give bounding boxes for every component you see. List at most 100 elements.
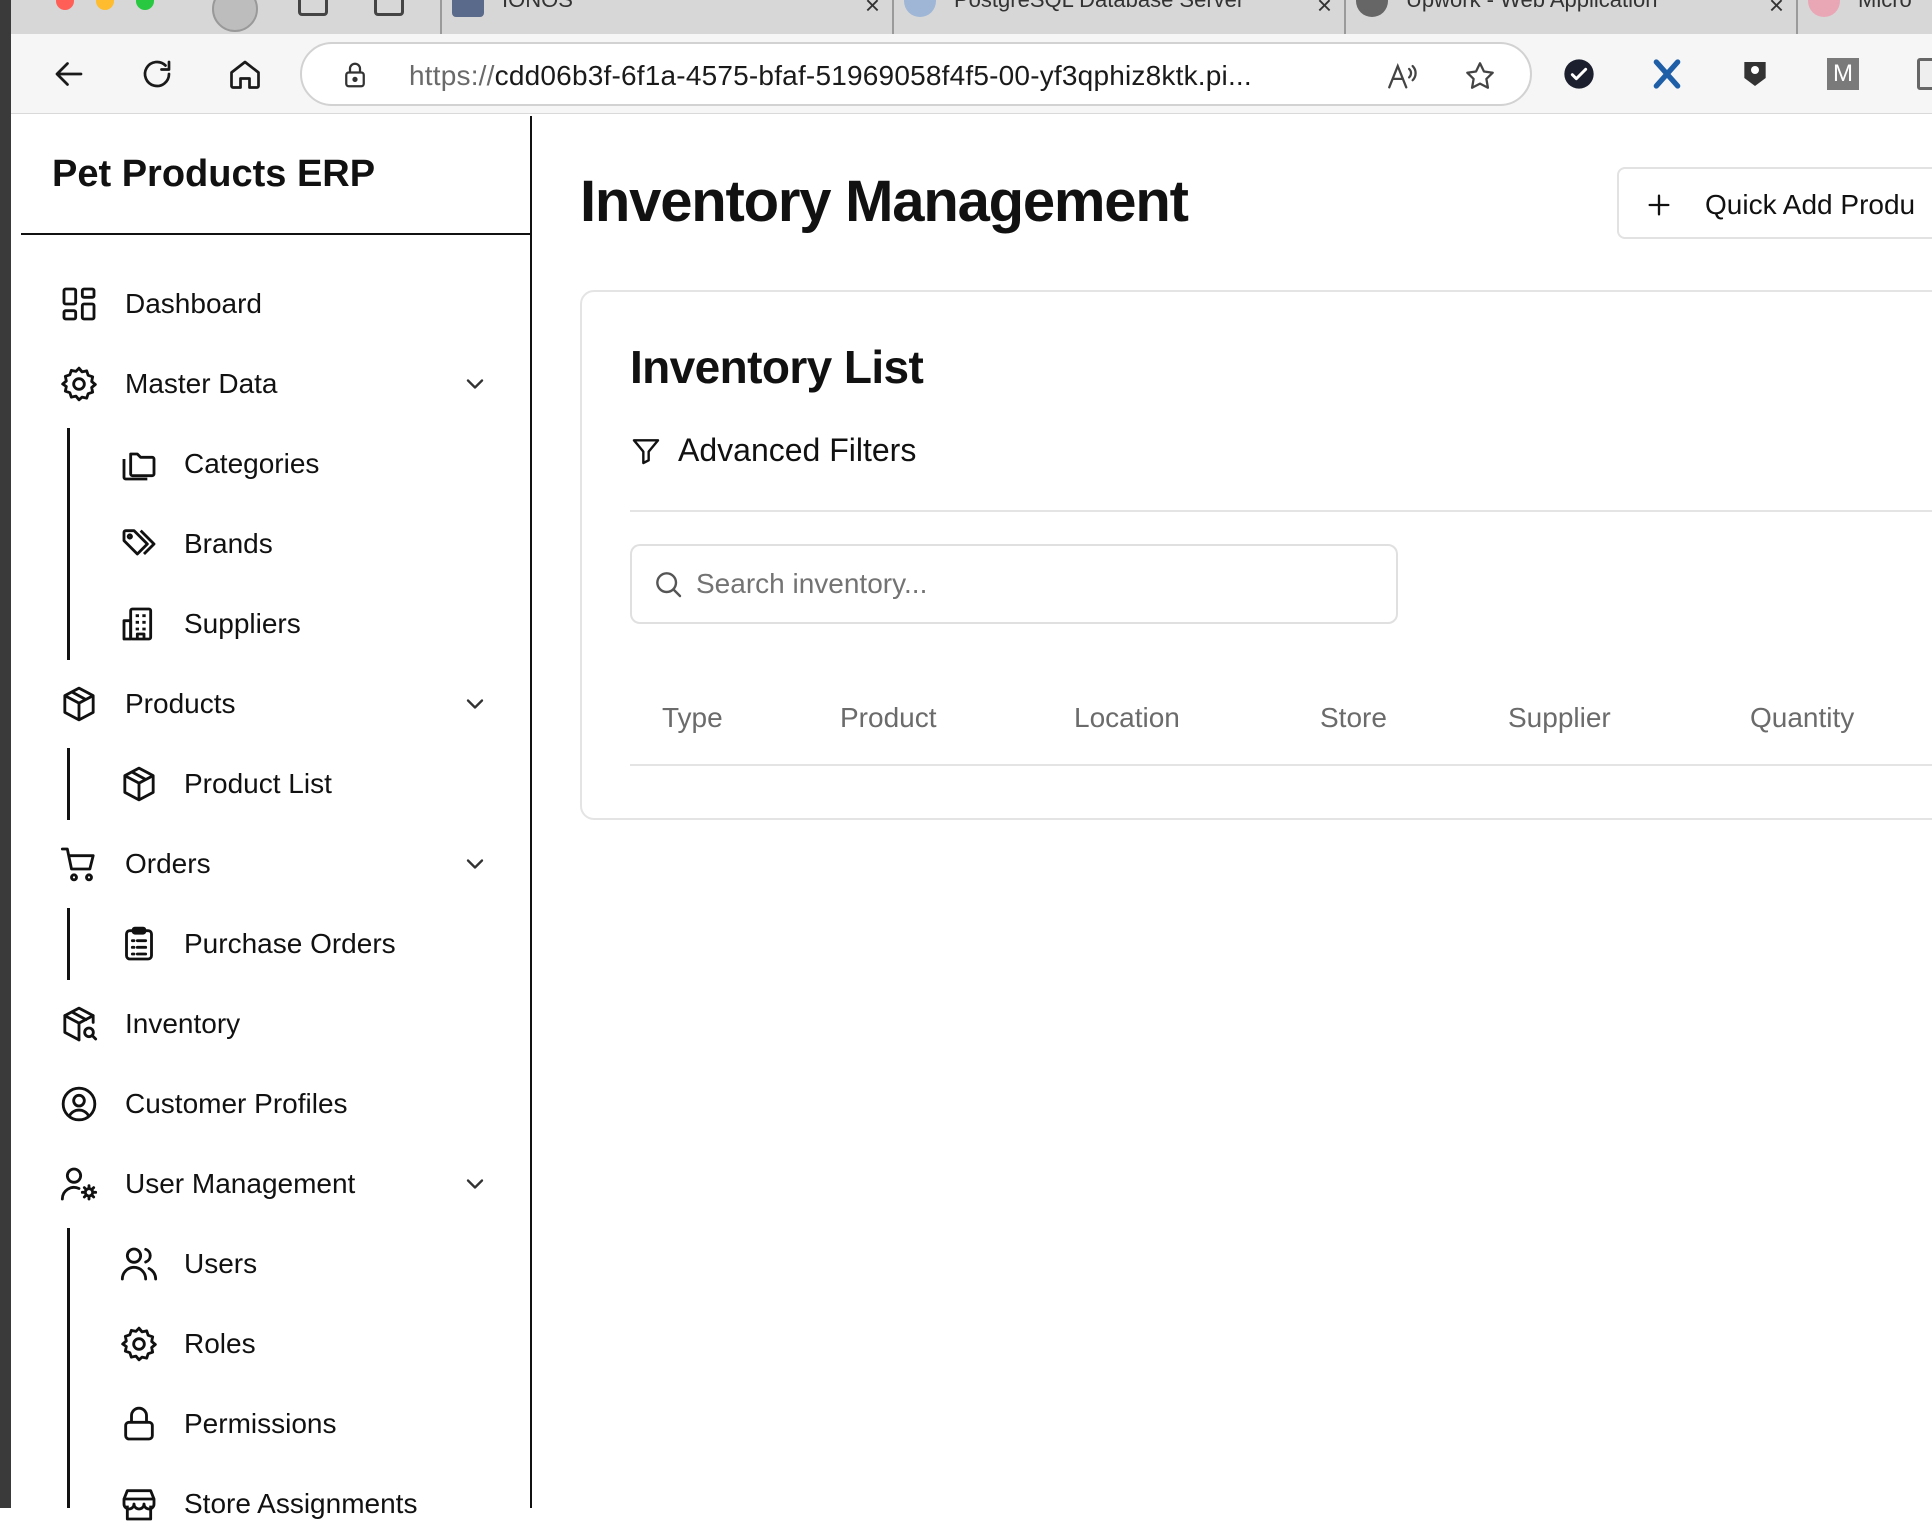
close-tab-icon[interactable]: × (1317, 0, 1332, 21)
column-header-supplier[interactable]: Supplier (1508, 702, 1611, 734)
sidebar-item-label: Roles (184, 1328, 256, 1359)
sidebar-item-product-list[interactable]: Product List (21, 754, 530, 814)
user-cog-icon (59, 1164, 99, 1204)
home-icon (230, 60, 260, 89)
sidebar-item-label: Brands (184, 528, 273, 559)
sidebar-item-master-data[interactable]: Master Data (21, 354, 530, 414)
close-window-button[interactable] (56, 0, 74, 10)
chevron-down-icon[interactable] (461, 690, 489, 718)
reload-button[interactable] (137, 54, 177, 94)
tab-title: Upwork - Web Application (1406, 0, 1658, 13)
sidebar-item-label: Inventory (125, 1008, 241, 1039)
close-tab-icon[interactable]: × (865, 0, 880, 21)
zoom-window-button[interactable] (136, 0, 154, 10)
sidebar-item-suppliers[interactable]: Suppliers (21, 594, 530, 654)
sidebar-item-purchase-orders[interactable]: Purchase Orders (21, 914, 530, 974)
sidebar-item-label: Product List (184, 768, 332, 799)
sidebar-item-customer-profiles[interactable]: Customer Profiles (21, 1074, 530, 1134)
sidebar-item-products[interactable]: Products (21, 674, 530, 734)
postgresql-favicon (904, 0, 936, 17)
advanced-filters-toggle[interactable]: Advanced Filters (630, 432, 916, 469)
quick-add-label: Quick Add Produ (1705, 189, 1916, 220)
chevron-down-icon[interactable] (461, 850, 489, 878)
sidebar-item-label: Master Data (125, 368, 278, 399)
workspaces-icon[interactable] (298, 0, 328, 16)
tab-strip: IONOS × PostgreSQL Database Server × Upw… (0, 0, 1932, 34)
profile-avatar[interactable] (212, 0, 258, 32)
sidebar-item-label: Purchase Orders (184, 928, 396, 959)
column-header-location[interactable]: Location (1074, 702, 1180, 734)
url-scheme: https:// (409, 60, 495, 91)
ionos-favicon (452, 0, 484, 17)
m-extension-icon[interactable]: M (1825, 56, 1861, 92)
sidebar-item-label: Store Assignments (184, 1488, 418, 1519)
microsoft-favicon (1808, 0, 1840, 17)
url-host: cdd06b3f-6f1a-4575-bfaf-51969058f4f5-00-… (494, 60, 1252, 91)
filter-icon (630, 435, 662, 467)
store-icon (119, 1484, 159, 1524)
sidebar-item-dashboard[interactable]: Dashboard (21, 274, 530, 334)
lock-icon (119, 1404, 159, 1444)
keeper-extension-icon[interactable] (1737, 56, 1773, 92)
close-tab-icon[interactable]: × (1769, 0, 1784, 21)
tab-title: IONOS (502, 0, 573, 13)
quick-add-product-button[interactable]: Quick Add Produ (1617, 167, 1932, 239)
tags-icon (119, 524, 159, 564)
dashboard-icon (59, 284, 99, 324)
divider (630, 510, 1932, 512)
x-extension-icon[interactable] (1649, 56, 1685, 92)
home-button[interactable] (225, 54, 265, 94)
read-aloud-icon[interactable] (1385, 59, 1419, 93)
browser-toolbar: https://cdd06b3f-6f1a-4575-bfaf-51969058… (11, 34, 1932, 114)
sidebar-item-users[interactable]: Users (21, 1234, 530, 1294)
main-content: Inventory Management Quick Add Produ Inv… (532, 116, 1932, 1508)
sidebar-item-permissions[interactable]: Permissions (21, 1394, 530, 1454)
notes-extension-icon[interactable] (1913, 56, 1932, 92)
sidebar-item-label: Products (125, 688, 236, 719)
tab-title: PostgreSQL Database Server (954, 0, 1244, 13)
sidebar-item-orders[interactable]: Orders (21, 834, 530, 894)
sidebar-item-categories[interactable]: Categories (21, 434, 530, 494)
browser-tab[interactable]: Micro (1796, 0, 1932, 34)
checkmark-extension-icon[interactable] (1561, 56, 1597, 92)
gear-icon (119, 1324, 159, 1364)
cart-icon (59, 844, 99, 884)
window-frame (0, 0, 11, 1508)
favorite-star-icon[interactable] (1463, 59, 1497, 93)
inventory-list-card: Inventory List Advanced Filters Type Pro… (580, 290, 1932, 820)
package-icon (119, 764, 159, 804)
browser-tab[interactable]: IONOS × (440, 0, 892, 34)
browser-tab[interactable]: Upwork - Web Application × (1344, 0, 1796, 34)
search-input[interactable] (696, 560, 1376, 608)
column-header-quantity[interactable]: Quantity (1750, 702, 1854, 734)
sidebar-item-brands[interactable]: Brands (21, 514, 530, 574)
chevron-down-icon[interactable] (461, 1170, 489, 1198)
package-icon (59, 684, 99, 724)
minimize-window-button[interactable] (96, 0, 114, 10)
user-circle-icon (59, 1084, 99, 1124)
site-info-icon[interactable] (340, 60, 370, 90)
page-title: Inventory Management (580, 169, 1189, 234)
url-text[interactable]: https://cdd06b3f-6f1a-4575-bfaf-51969058… (409, 60, 1252, 92)
column-header-type[interactable]: Type (662, 702, 723, 734)
sidebar-item-label: Orders (125, 848, 211, 879)
gear-icon (59, 364, 99, 404)
back-button[interactable] (49, 54, 89, 94)
sidebar-item-inventory[interactable]: Inventory (21, 994, 530, 1054)
address-bar[interactable]: https://cdd06b3f-6f1a-4575-bfaf-51969058… (300, 42, 1532, 106)
brand-header: Pet Products ERP (21, 116, 530, 235)
sidebar-item-store-assignments[interactable]: Store Assignments (21, 1474, 530, 1534)
tab-actions-icon[interactable] (374, 0, 404, 16)
browser-tab[interactable]: PostgreSQL Database Server × (892, 0, 1344, 34)
search-box[interactable] (630, 544, 1398, 624)
search-icon (652, 568, 684, 600)
column-header-store[interactable]: Store (1320, 702, 1387, 734)
sidebar-item-label: Permissions (184, 1408, 337, 1439)
app-title: Pet Products ERP (52, 153, 376, 195)
tab-title: Micro (1858, 0, 1912, 13)
chevron-down-icon[interactable] (461, 370, 489, 398)
sidebar-item-roles[interactable]: Roles (21, 1314, 530, 1374)
sidebar-item-user-management[interactable]: User Management (21, 1154, 530, 1214)
advanced-filters-label: Advanced Filters (678, 432, 917, 468)
column-header-product[interactable]: Product (840, 702, 937, 734)
